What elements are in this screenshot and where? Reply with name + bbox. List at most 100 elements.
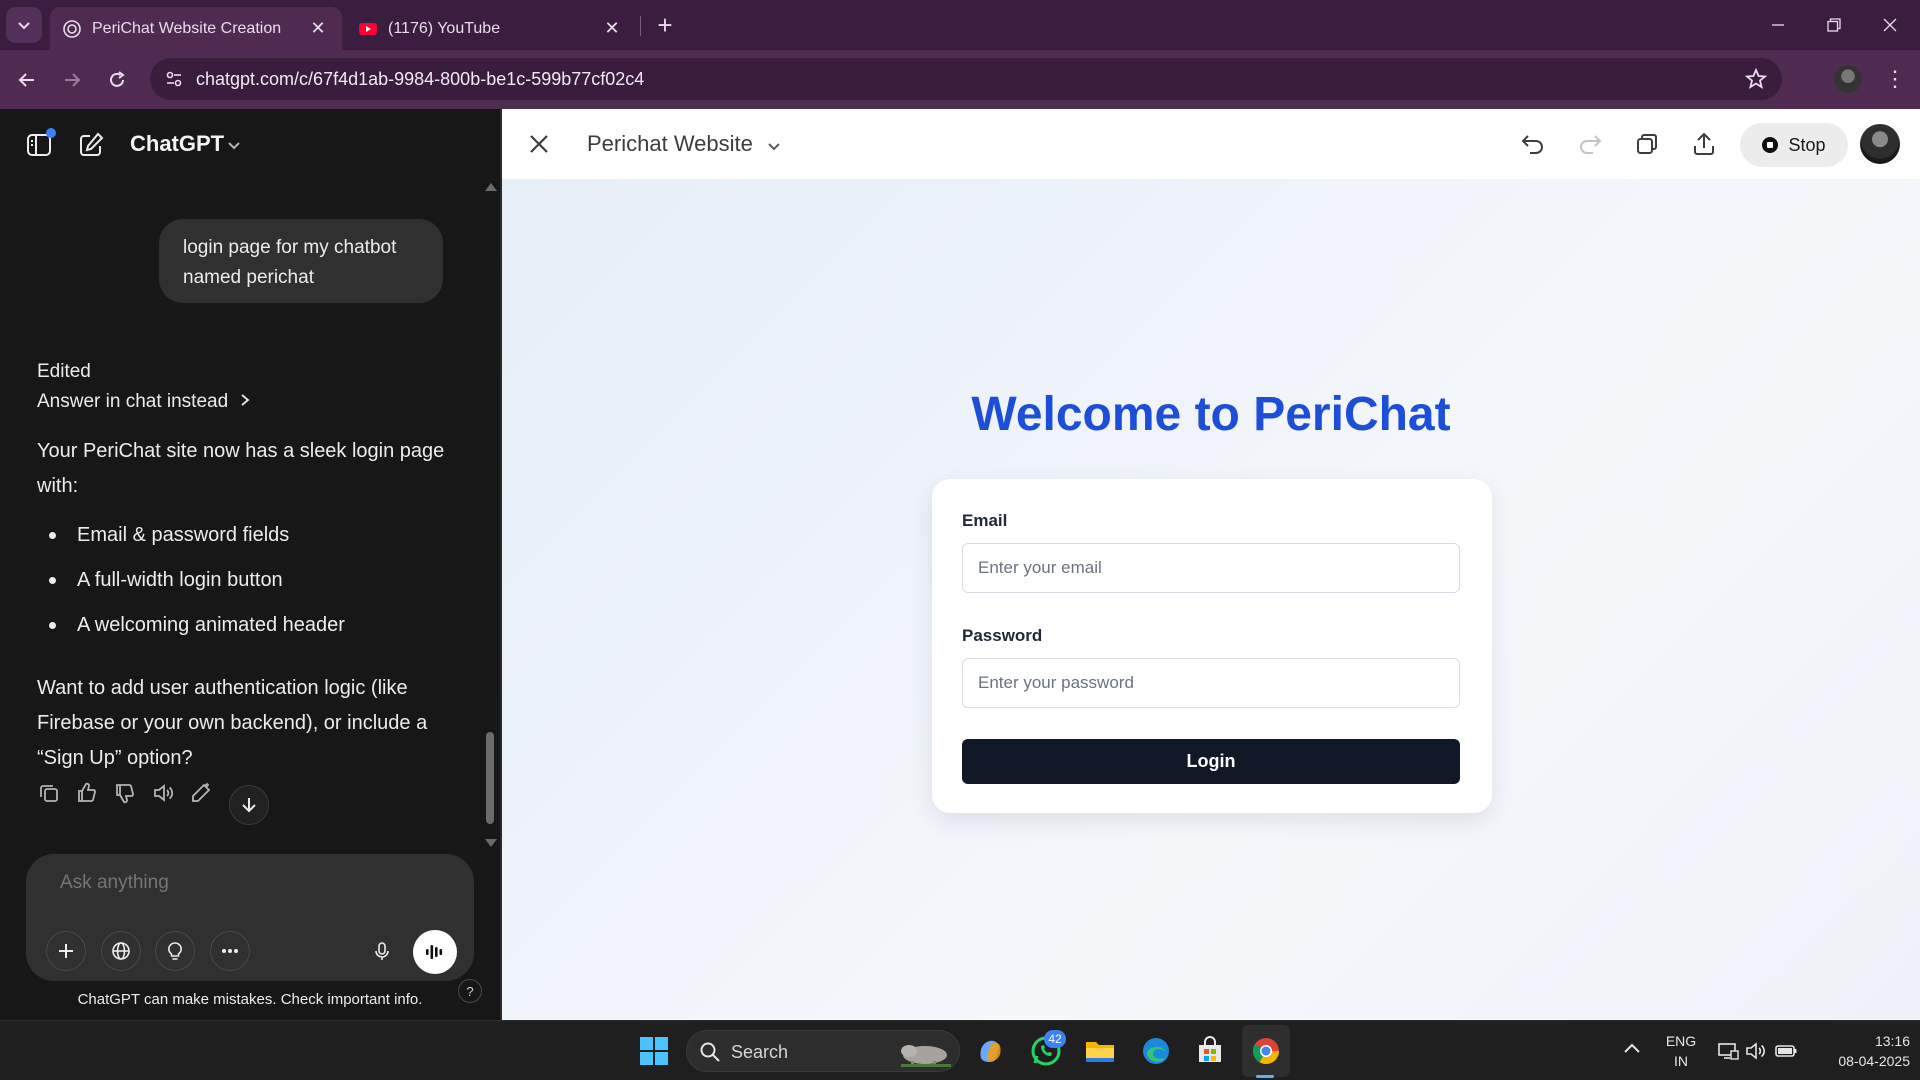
notification-badge: 42 (1044, 1030, 1066, 1048)
edit-in-canvas-icon[interactable] (189, 781, 213, 805)
list-item: A welcoming animated header (37, 603, 345, 648)
assistant-followup: Want to add user authentication logic (l… (37, 677, 428, 769)
user-message: login page for my chatbot named perichat (159, 219, 443, 303)
battery-icon[interactable] (1774, 1039, 1798, 1063)
tab-separator (640, 16, 641, 36)
bookmark-star-icon[interactable] (1744, 67, 1768, 91)
reason-button[interactable] (155, 931, 195, 971)
file-explorer-app[interactable] (1080, 1031, 1120, 1071)
chevron-down-icon[interactable] (766, 138, 782, 154)
copilot-icon (980, 1040, 1001, 1063)
copilot-app[interactable] (970, 1031, 1010, 1071)
chevron-up-icon[interactable] (1620, 1037, 1644, 1061)
chevron-down-icon[interactable] (226, 137, 242, 153)
redo-icon (1580, 135, 1602, 154)
minimize-button[interactable] (1758, 10, 1798, 40)
browser-menu-icon[interactable]: ⋮ (1880, 64, 1910, 94)
help-button[interactable]: ? (458, 979, 482, 1003)
read-aloud-icon[interactable] (151, 781, 175, 805)
chat-scrollbar[interactable] (484, 179, 496, 949)
reload-button[interactable] (100, 63, 134, 97)
tab-youtube[interactable]: (1176) YouTube ✕ (346, 7, 636, 50)
prompt-input[interactable] (60, 872, 440, 894)
answer-in-chat-link[interactable]: Answer in chat instead (37, 391, 251, 413)
system-clock[interactable]: 13:16 08-04-2025 (1810, 1031, 1910, 1071)
more-tools-button[interactable] (210, 931, 250, 971)
close-icon[interactable] (526, 131, 552, 157)
close-tab-icon[interactable]: ✕ (602, 18, 622, 39)
site-info-icon[interactable] (162, 67, 186, 91)
search-highlight-image (901, 1045, 951, 1067)
forward-button[interactable] (55, 63, 89, 97)
back-button[interactable] (10, 63, 44, 97)
close-window-button[interactable] (1870, 10, 1910, 40)
password-label: Password (962, 626, 1043, 645)
microphone-icon (375, 942, 389, 960)
share-button[interactable] (1689, 129, 1719, 159)
message-actions (37, 781, 213, 809)
chrome-app[interactable] (1246, 1031, 1286, 1071)
globe-icon (112, 942, 130, 960)
voice-waveform-icon (426, 945, 443, 959)
canvas-title[interactable]: Perichat Website (587, 131, 753, 157)
search-web-button[interactable] (101, 931, 141, 971)
tab-title: PeriChat Website Creation (92, 19, 282, 37)
scroll-down-button[interactable] (229, 785, 269, 825)
windows-icon (640, 1037, 668, 1065)
close-icon (1883, 18, 1897, 32)
restore-button[interactable] (1814, 10, 1854, 40)
start-button[interactable] (634, 1031, 674, 1071)
voice-mode-button[interactable] (413, 930, 457, 974)
address-bar[interactable]: chatgpt.com/c/67f4d1ab-9984-800b-be1c-59… (150, 58, 1782, 100)
redo-button[interactable] (1575, 129, 1605, 159)
volume-icon[interactable] (1744, 1039, 1768, 1063)
active-app-indicator (1256, 1075, 1274, 1078)
chevron-right-icon (239, 391, 251, 413)
tab-search-button[interactable] (6, 7, 42, 43)
language-code: ENG (1665, 1033, 1697, 1049)
email-label: Email (962, 511, 1008, 530)
language-indicator[interactable]: ENG IN (1660, 1031, 1702, 1071)
login-card: Email Password Login (932, 479, 1492, 813)
tab-title: (1176) YouTube (388, 19, 501, 37)
undo-button[interactable] (1518, 129, 1548, 159)
minimize-icon (1772, 24, 1784, 26)
edge-app[interactable] (1136, 1031, 1176, 1071)
stop-label: Stop (1788, 134, 1826, 155)
arrow-right-icon (65, 73, 81, 87)
email-field[interactable] (962, 543, 1460, 593)
plus-icon (59, 944, 73, 958)
avatar[interactable] (1860, 124, 1900, 164)
scroll-down-arrow[interactable] (485, 839, 497, 847)
copy-icon[interactable] (37, 781, 61, 805)
notification-dot (46, 128, 56, 138)
thumbs-down-icon[interactable] (113, 781, 137, 805)
stop-button[interactable]: Stop (1740, 123, 1848, 167)
tab-perichat[interactable]: PeriChat Website Creation ✕ (50, 7, 342, 50)
scrollbar-thumb[interactable] (486, 732, 494, 824)
search-label: Search (731, 1042, 789, 1062)
thumbs-up-icon[interactable] (75, 781, 99, 805)
copy-icon (1637, 134, 1657, 154)
scroll-up-arrow[interactable] (485, 183, 497, 191)
lightbulb-icon (168, 942, 182, 960)
new-chat-icon[interactable] (76, 130, 106, 160)
taskbar-search[interactable]: Search (686, 1030, 960, 1072)
new-tab-button[interactable]: + (650, 10, 680, 40)
login-button[interactable]: Login (962, 739, 1460, 784)
network-icon[interactable] (1716, 1039, 1740, 1063)
url-text[interactable]: chatgpt.com/c/67f4d1ab-9984-800b-be1c-59… (196, 69, 644, 90)
model-selector[interactable]: ChatGPT (130, 131, 224, 157)
clock-time: 13:16 (1874, 1033, 1910, 1049)
copy-button[interactable] (1632, 129, 1662, 159)
password-field[interactable] (962, 658, 1460, 708)
microsoft-store-app[interactable] (1190, 1031, 1230, 1071)
website-preview: Welcome to PeriChat Email Password Login (502, 179, 1920, 1020)
close-tab-icon[interactable]: ✕ (308, 18, 328, 39)
restore-icon (1827, 18, 1841, 32)
browser-profile-avatar[interactable] (1834, 65, 1862, 93)
attach-button[interactable] (46, 931, 86, 971)
dictate-button[interactable] (362, 931, 402, 971)
undo-icon (1521, 135, 1543, 154)
browser-toolbar: chatgpt.com/c/67f4d1ab-9984-800b-be1c-59… (0, 50, 1920, 109)
